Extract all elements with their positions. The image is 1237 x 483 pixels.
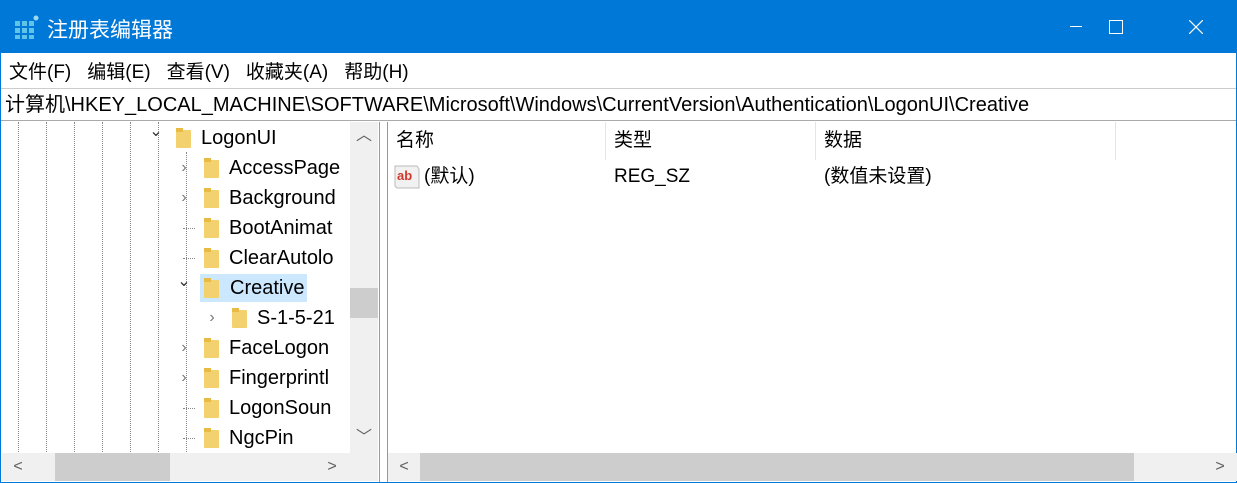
key-tree: ⌄ LogonUI › AccessPage › Background BootAnimat…	[2, 122, 380, 482]
tree-item-label: NgcPin	[229, 427, 294, 449]
tree-item-label: S-1-5-21	[257, 307, 335, 329]
tree-vertical-scrollbar[interactable]: ︿ ﹀	[350, 122, 378, 454]
tree-item[interactable]: › AccessPage	[2, 153, 350, 183]
tree-item[interactable]: NgcPin	[2, 423, 350, 453]
folder-icon	[204, 278, 219, 298]
scroll-left-icon[interactable]: <	[4, 453, 32, 481]
chevron-right-icon[interactable]: ›	[177, 340, 191, 356]
tree-item[interactable]: › Background	[2, 183, 350, 213]
tree-item[interactable]: › S-1-5-21	[2, 303, 350, 333]
chevron-down-icon[interactable]: ⌄	[149, 124, 163, 140]
close-icon	[1189, 20, 1203, 34]
tree-vscroll-thumb[interactable]	[350, 288, 378, 318]
tree-hscroll-thumb[interactable]	[55, 453, 170, 481]
folder-icon	[232, 308, 247, 328]
tree-item[interactable]: ⌄ Creative	[2, 273, 350, 303]
chevron-right-icon[interactable]: ›	[205, 310, 219, 326]
folder-icon	[204, 248, 219, 268]
scroll-left-icon[interactable]: <	[390, 453, 418, 481]
address-bar[interactable]: 计算机\HKEY_LOCAL_MACHINE\SOFTWARE\Microsof…	[1, 88, 1236, 121]
tree-item[interactable]: BootAnimat	[2, 213, 350, 243]
folder-icon	[204, 188, 219, 208]
chevron-right-icon[interactable]: ›	[177, 370, 191, 386]
folder-icon	[204, 158, 219, 178]
scroll-right-icon[interactable]: >	[318, 453, 346, 481]
scroll-down-icon[interactable]: ﹀	[350, 424, 378, 452]
scroll-up-icon[interactable]: ︿	[350, 122, 378, 150]
window-title: 注册表编辑器	[47, 19, 173, 42]
column-header-data[interactable]: 数据	[816, 122, 1116, 160]
regedit-app-icon	[15, 15, 39, 39]
menu-bar: 文件(F) 编辑(E) 查看(V) 收藏夹(A) 帮助(H)	[1, 53, 1236, 87]
column-header-name[interactable]: 名称	[388, 122, 606, 160]
value-data: (数值未设置)	[824, 166, 932, 187]
chevron-right-icon[interactable]: ›	[177, 190, 191, 206]
menu-file[interactable]: 文件(F)	[9, 57, 71, 84]
tree-connector	[183, 408, 195, 409]
values-pane: 名称 类型 数据 ab (默认) REG_SZ (数值未设置) < >	[387, 122, 1237, 482]
value-name: (默认)	[424, 166, 475, 187]
folder-icon	[204, 428, 219, 448]
folder-icon	[204, 338, 219, 358]
tree-connector	[183, 228, 195, 229]
folder-icon	[204, 398, 219, 418]
menu-favorites[interactable]: 收藏夹(A)	[246, 57, 328, 84]
chevron-down-icon[interactable]: ⌄	[177, 274, 191, 290]
tree-item-label: Background	[229, 187, 336, 209]
folder-icon	[176, 128, 191, 148]
tree-item-label: FaceLogon	[229, 337, 330, 359]
title-bar: 注册表编辑器	[1, 1, 1236, 53]
tree-connector	[183, 258, 195, 259]
chevron-right-icon[interactable]: ›	[177, 160, 191, 176]
tree-connector	[183, 438, 195, 439]
tree-item-label: AccessPage	[229, 157, 341, 179]
maximize-button[interactable]	[1076, 1, 1156, 53]
menu-edit[interactable]: 编辑(E)	[87, 57, 150, 84]
menu-help[interactable]: 帮助(H)	[344, 57, 408, 84]
tree-item-label: LogonUI	[201, 127, 277, 149]
close-button[interactable]	[1156, 1, 1236, 53]
maximize-icon	[1109, 20, 1123, 34]
tree-item[interactable]: › Fingerprintl	[2, 363, 350, 393]
tree-item-label: Fingerprintl	[229, 367, 330, 389]
value-type: REG_SZ	[614, 166, 691, 187]
tree-item[interactable]: ClearAutolo	[2, 243, 350, 273]
tree-item[interactable]: LogonSoun	[2, 393, 350, 423]
folder-icon	[204, 368, 219, 388]
tree-item[interactable]: ⌄ LogonUI	[2, 123, 350, 153]
registry-editor-window: 注册表编辑器 文件(F) 编辑(E) 查看(V) 收藏夹(A) 帮助(H) 计算…	[0, 0, 1237, 483]
tree-item-label: LogonSoun	[229, 397, 332, 419]
svg-text:ab: ab	[397, 168, 412, 183]
tree-item[interactable]: › FaceLogon	[2, 333, 350, 363]
menu-view[interactable]: 查看(V)	[167, 57, 230, 84]
tree-item-label: BootAnimat	[229, 217, 333, 239]
scroll-right-icon[interactable]: >	[1206, 453, 1234, 481]
values-hscroll-thumb[interactable]	[420, 453, 1134, 481]
column-header-type[interactable]: 类型	[606, 122, 816, 160]
values-horizontal-scrollbar[interactable]: < >	[388, 453, 1237, 481]
folder-icon	[204, 218, 219, 238]
tree-horizontal-scrollbar[interactable]: < >	[2, 453, 378, 481]
tree-item-label: ClearAutolo	[229, 247, 334, 269]
string-value-icon: ab	[394, 165, 420, 189]
